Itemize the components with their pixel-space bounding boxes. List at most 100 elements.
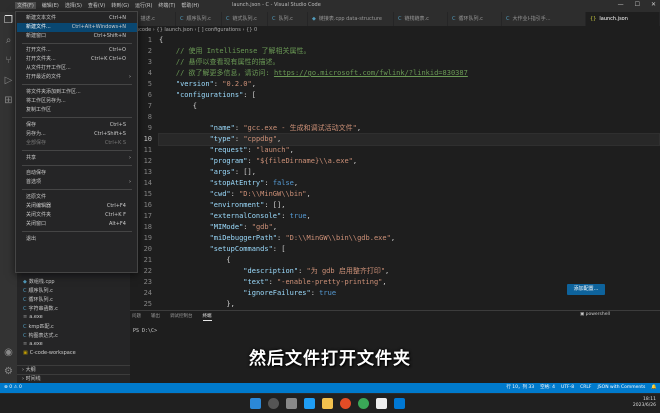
status-item[interactable]: UTF-8 <box>561 383 574 393</box>
bell-icon[interactable]: 🔔 <box>651 383 657 393</box>
run-debug-icon[interactable]: ▷ <box>2 74 15 87</box>
code-editor[interactable]: 1 2 3 4 5 6 7 8 9 10 11 12 13 14 15 16 17 18 19 20 21 22 23 24 2… <box>130 35 660 310</box>
tab-item[interactable]: C 大作业I-指引手... <box>502 12 586 26</box>
file-menu-item[interactable]: 打开最近的文件 › <box>17 73 137 82</box>
breadcrumb[interactable]: .vscode › {} launch.json › [ ] configura… <box>130 26 660 35</box>
code-line[interactable]: { <box>159 101 659 112</box>
file-menu-item[interactable]: 将工作区另存为... <box>17 97 137 106</box>
file-item[interactable]: ◆ 数组栈.cpp <box>23 278 55 285</box>
tab-item[interactable]: C 链式队列.c <box>222 12 268 26</box>
code-line[interactable]: "externalConsole": true, <box>159 211 659 222</box>
file-menu-item[interactable]: 共享 › <box>17 154 137 163</box>
close-button[interactable]: ✕ <box>651 1 656 8</box>
task-view-icon[interactable] <box>286 398 297 409</box>
code-line[interactable]: // 悬停以查看现有属性的描述。 <box>159 57 659 68</box>
panel-tab[interactable]: 问题 <box>132 313 141 321</box>
status-item[interactable]: 空格: 4 <box>540 383 555 393</box>
file-menu-item[interactable]: 复制工作区 <box>17 106 137 115</box>
file-item[interactable]: Ckmp匹配.c <box>23 323 54 330</box>
menu-2[interactable]: 选择(S) <box>65 2 82 9</box>
file-menu-item[interactable]: 关闭窗口 Alt+F4 <box>17 220 137 229</box>
explorer-icon[interactable]: ❐ <box>2 14 15 27</box>
code-line[interactable]: "MIMode": "gdb", <box>159 222 659 233</box>
menu-7[interactable]: 帮助(H) <box>181 2 199 9</box>
code-line[interactable]: "setupCommands": [ <box>159 244 659 255</box>
file-menu-item[interactable]: 新建窗口 Ctrl+Shift+N <box>17 32 137 41</box>
code-line[interactable]: "environment": [], <box>159 200 659 211</box>
panel-tab[interactable]: 调试控制台 <box>170 313 193 321</box>
file-menu-item[interactable]: 关闭文件夹 Ctrl+K F <box>17 211 137 220</box>
terminal-prompt[interactable]: PS D:\C> <box>133 328 157 334</box>
remote-icon[interactable]: ⊗ 0 ⚠ 0 <box>4 383 22 393</box>
menu-5[interactable]: 运行(R) <box>135 2 152 9</box>
code-line[interactable]: "program": "${fileDirname}\\a.exe", <box>159 156 659 167</box>
code-line[interactable]: "name": "gcc.exe - 生成和调试活动文件", <box>159 123 659 134</box>
code-line[interactable]: "type": "cppdbg", <box>158 133 660 146</box>
vscode-taskbar-icon[interactable] <box>304 398 315 409</box>
code-line[interactable]: { <box>159 35 659 46</box>
status-item[interactable]: JSON with Comments <box>597 383 645 393</box>
file-menu-item[interactable]: 首选项 › <box>17 178 137 187</box>
timeline-section[interactable]: › 时间线 <box>17 374 130 383</box>
file-menu-item[interactable]: 自动保存 <box>17 169 137 178</box>
code-line[interactable]: // 使用 IntelliSense 了解相关属性。 <box>159 46 659 57</box>
file-menu-item[interactable]: 打开文件... Ctrl+O <box>17 46 137 55</box>
code-line[interactable]: "stopAtEntry": false, <box>159 178 659 189</box>
file-menu-item[interactable]: 退出 <box>17 235 137 244</box>
start-icon[interactable] <box>250 398 261 409</box>
file-menu-item[interactable]: 新建文本文件 Ctrl+N <box>17 14 137 23</box>
file-menu-item[interactable]: 保存 Ctrl+S <box>17 121 137 130</box>
add-configuration-button[interactable]: 添加配置... <box>567 284 605 295</box>
file-menu-item[interactable]: 从文件打开工作区... <box>17 64 137 73</box>
terminal-selector[interactable]: ▣ powershell <box>580 312 610 317</box>
file-menu-item[interactable]: 打开文件夹... Ctrl+K Ctrl+O <box>17 55 137 64</box>
code-line[interactable]: "miDebuggerPath": "D:\\MinGW\\bin\\gdb.e… <box>159 233 659 244</box>
tab-item[interactable]: C 顺序队列.c <box>176 12 222 26</box>
notes-icon[interactable] <box>376 398 387 409</box>
browser-icon[interactable] <box>340 398 351 409</box>
menu-4[interactable]: 转到(G) <box>111 2 129 9</box>
clock[interactable]: 18:11 2023/6/26 <box>633 397 656 409</box>
file-menu-item[interactable]: 将文件夹添加到工作区... <box>17 88 137 97</box>
status-item[interactable]: CRLF <box>580 383 591 393</box>
tab-item[interactable]: C 循环队列.c <box>448 12 502 26</box>
file-explorer-icon[interactable] <box>322 398 333 409</box>
menu-6[interactable]: 终端(T) <box>158 2 175 9</box>
menu-1[interactable]: 编辑(E) <box>42 2 59 9</box>
file-menu-item[interactable]: 新建文件... Ctrl+Alt+Windows+N <box>17 23 137 32</box>
code-content[interactable]: { // 使用 IntelliSense 了解相关属性。 // 悬停以查看现有属… <box>158 35 660 310</box>
maximize-button[interactable]: ☐ <box>635 1 640 8</box>
code-line[interactable]: // 欲了解更多信息，请访问: https://go.microsoft.com… <box>159 68 659 79</box>
file-item[interactable]: C 循环队列.c <box>23 296 53 303</box>
source-control-icon[interactable]: ⑂ <box>2 54 15 67</box>
app-icon[interactable] <box>358 398 369 409</box>
panel-tab[interactable]: 输出 <box>151 313 160 321</box>
file-menu-item[interactable]: 关闭编辑器 Ctrl+F4 <box>17 202 137 211</box>
tab-item[interactable]: C 队列.c <box>268 12 308 26</box>
code-line[interactable]: "description": "为 gdb 启用整齐打印", <box>159 266 659 277</box>
status-item[interactable]: 行 10，列 33 <box>506 383 534 393</box>
menu-0[interactable]: 文件(F) <box>15 2 36 9</box>
tab-item[interactable]: ◆ 链接表.cpp data-structure <box>308 12 394 26</box>
code-line[interactable]: "configurations": [ <box>159 90 659 101</box>
file-menu-item[interactable]: 全部保存 Ctrl+K S <box>17 139 137 148</box>
menu-3[interactable]: 查看(V) <box>88 2 105 9</box>
file-item[interactable]: C 字符串函数.c <box>23 305 58 312</box>
search-taskbar-icon[interactable] <box>268 398 279 409</box>
code-line[interactable]: "request": "launch", <box>159 145 659 156</box>
file-menu-item[interactable]: 还原文件 <box>17 193 137 202</box>
store-icon[interactable] <box>394 398 405 409</box>
code-line[interactable]: }, <box>159 299 659 310</box>
file-item[interactable]: C 顺序队列.c <box>23 287 53 294</box>
panel-tab[interactable]: 终端 <box>202 313 212 321</box>
code-line[interactable]: "args": [], <box>159 167 659 178</box>
minimize-button[interactable]: — <box>618 1 624 8</box>
search-icon[interactable]: ⌕ <box>2 34 15 47</box>
file-menu-item[interactable]: 另存为... Ctrl+Shift+S <box>17 130 137 139</box>
code-line[interactable]: { <box>159 255 659 266</box>
extensions-icon[interactable]: ⊞ <box>2 94 15 107</box>
code-line[interactable]: "version": "0.2.0", <box>159 79 659 90</box>
tab-launch-json[interactable]: {} launch.json <box>586 12 660 26</box>
file-item[interactable]: ≡ a.exe <box>23 314 43 320</box>
code-line[interactable]: "cwd": "D:\\MinGW\\bin", <box>159 189 659 200</box>
